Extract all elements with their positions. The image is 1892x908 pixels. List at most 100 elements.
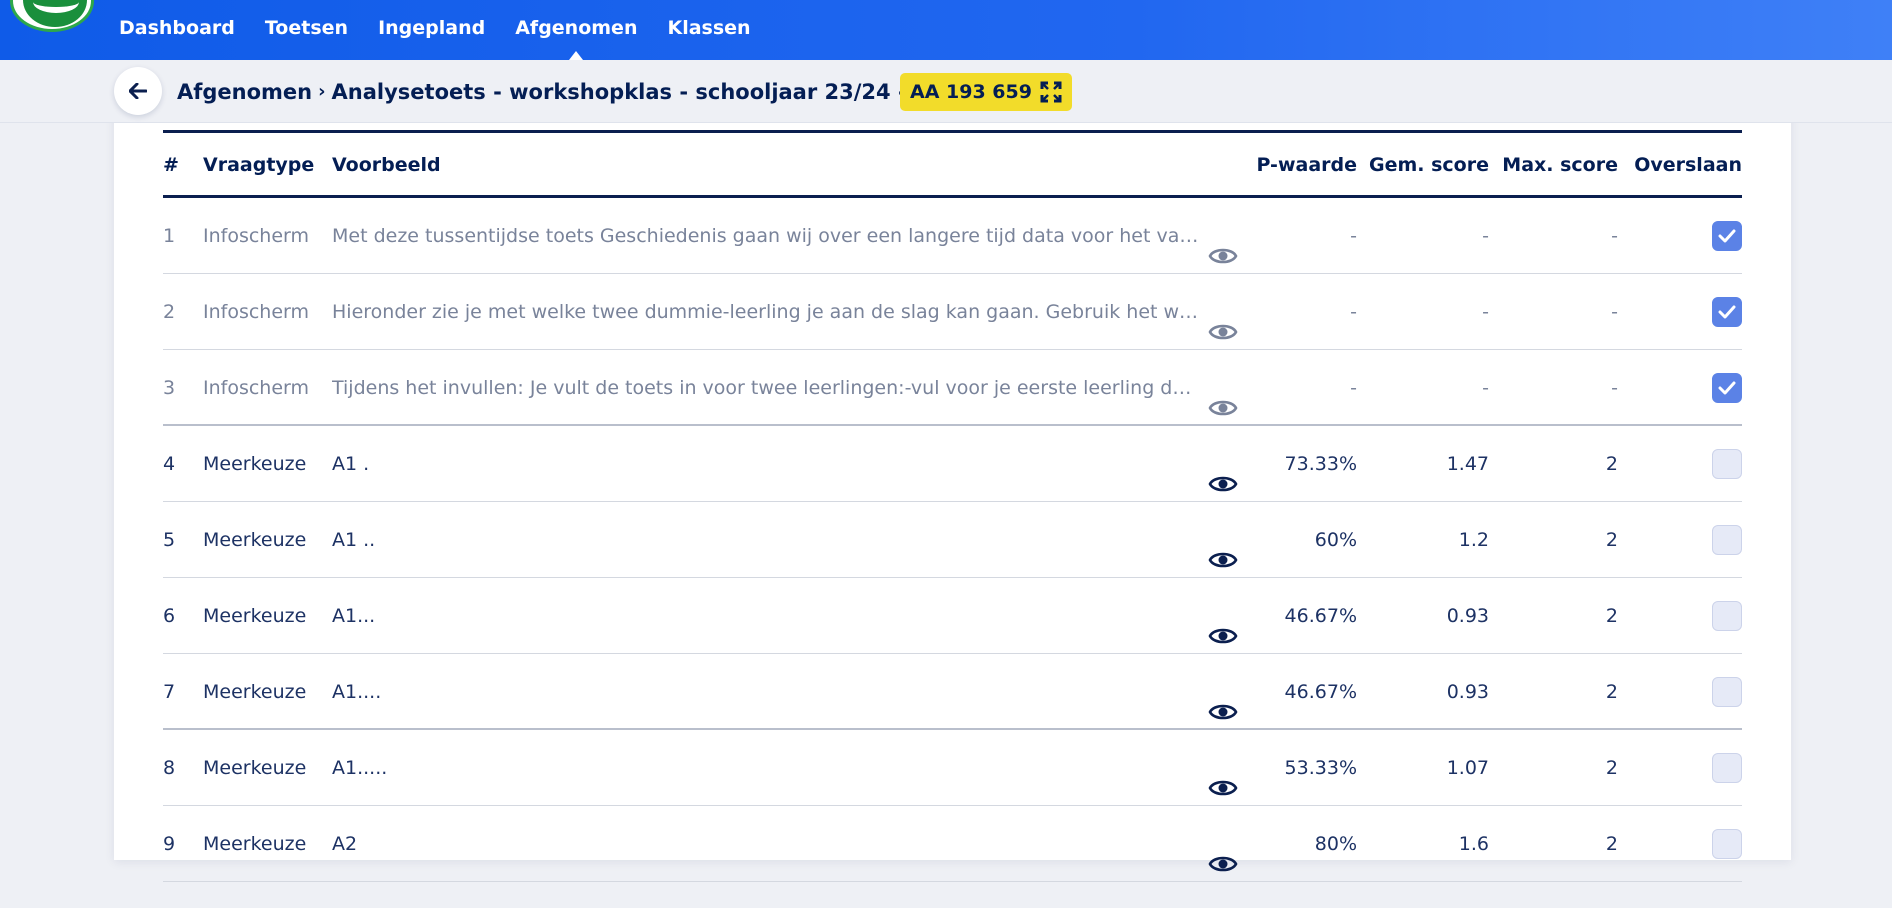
question-preview: A1..... — [332, 757, 388, 779]
question-preview: Met deze tussentijdse toets Geschiedenis… — [332, 225, 1202, 247]
header-preview: Voorbeeld — [332, 154, 441, 176]
question-number: 4 — [163, 453, 176, 475]
p-value: 53.33% — [1284, 757, 1357, 779]
question-number: 5 — [163, 529, 176, 551]
question-preview: A2 — [332, 833, 358, 855]
skip-checkbox[interactable] — [1712, 829, 1742, 859]
header-max-score: Max. score — [1502, 154, 1618, 176]
skip-checkbox[interactable] — [1712, 449, 1742, 479]
eye-icon[interactable] — [1208, 528, 1238, 568]
question-type: Meerkeuze — [203, 681, 307, 703]
table-row: 5 Meerkeuze A1 .. 60% 1.2 2 — [163, 502, 1742, 578]
skip-checkbox[interactable] — [1712, 753, 1742, 783]
avg-score: - — [1482, 377, 1489, 399]
skip-checkbox[interactable] — [1712, 297, 1742, 327]
header-skip: Overslaan — [1634, 154, 1742, 176]
eye-icon[interactable] — [1208, 604, 1238, 644]
breadcrumb: Afgenomen › Analysetoets - workshopklas … — [177, 60, 958, 123]
question-type: Infoscherm — [203, 301, 310, 323]
question-preview: A1... — [332, 605, 376, 627]
checkmark-icon — [1718, 229, 1736, 243]
question-analysis-table: # Vraagtype Voorbeeld P-waarde Gem. scor… — [163, 130, 1742, 882]
question-type: Meerkeuze — [203, 453, 307, 475]
question-number: 7 — [163, 681, 176, 703]
skip-checkbox[interactable] — [1712, 601, 1742, 631]
question-type: Meerkeuze — [203, 529, 307, 551]
table-body: 1 Infoscherm Met deze tussentijdse toets… — [163, 198, 1742, 882]
breadcrumb-root[interactable]: Afgenomen — [177, 80, 312, 104]
question-number: 2 — [163, 301, 176, 323]
checkmark-icon — [1718, 381, 1736, 395]
max-score: 2 — [1605, 681, 1618, 703]
breadcrumb-separator: › — [318, 81, 326, 102]
question-preview: Tijdens het invullen: Je vult de toets i… — [332, 377, 1202, 399]
table-row: 6 Meerkeuze A1... 46.67% 0.93 2 — [163, 578, 1742, 654]
checkmark-icon — [1718, 305, 1736, 319]
nav-menu: Dashboard Toetsen Ingepland Afgenomen Kl… — [119, 0, 781, 60]
table-header: # Vraagtype Voorbeeld P-waarde Gem. scor… — [163, 133, 1742, 198]
top-navigation: Dashboard Toetsen Ingepland Afgenomen Kl… — [0, 0, 1892, 60]
question-number: 8 — [163, 757, 176, 779]
eye-icon[interactable] — [1208, 300, 1238, 340]
avg-score: 1.07 — [1446, 757, 1489, 779]
header-num: # — [163, 154, 179, 176]
max-score: - — [1611, 301, 1618, 323]
skip-checkbox[interactable] — [1712, 677, 1742, 707]
p-value: 80% — [1314, 833, 1357, 855]
max-score: 2 — [1605, 833, 1618, 855]
question-preview: Hieronder zie je met welke twee dummie-l… — [332, 301, 1202, 323]
avg-score: 1.6 — [1458, 833, 1489, 855]
question-number: 6 — [163, 605, 176, 627]
eye-icon[interactable] — [1208, 224, 1238, 264]
nav-item-ingepland[interactable]: Ingepland — [378, 0, 485, 58]
results-card: # Vraagtype Voorbeeld P-waarde Gem. scor… — [114, 100, 1791, 882]
question-number: 3 — [163, 377, 176, 399]
table-row: 4 Meerkeuze A1 . 73.33% 1.47 2 — [163, 426, 1742, 502]
nav-item-afgenomen[interactable]: Afgenomen — [515, 0, 637, 60]
question-type: Infoscherm — [203, 225, 310, 247]
eye-icon[interactable] — [1208, 832, 1238, 872]
methode-logo-icon[interactable] — [10, 0, 94, 32]
eye-icon[interactable] — [1208, 680, 1238, 720]
avg-score: 0.93 — [1446, 681, 1489, 703]
nav-item-toetsen[interactable]: Toetsen — [265, 0, 348, 58]
expand-icon — [1040, 81, 1062, 103]
eye-icon[interactable] — [1208, 376, 1238, 416]
skip-checkbox[interactable] — [1712, 525, 1742, 555]
question-preview: A1 .. — [332, 529, 376, 551]
avg-score: - — [1482, 225, 1489, 247]
question-type: Meerkeuze — [203, 757, 307, 779]
avg-score: 1.2 — [1458, 529, 1489, 551]
eye-icon[interactable] — [1208, 756, 1238, 796]
skip-checkbox[interactable] — [1712, 221, 1742, 251]
table-row: 3 Infoscherm Tijdens het invullen: Je vu… — [163, 350, 1742, 426]
p-value: 73.33% — [1284, 453, 1357, 475]
header-avg-score: Gem. score — [1369, 154, 1489, 176]
back-button[interactable] — [114, 67, 162, 115]
test-code-badge[interactable]: AA 193 659 — [900, 73, 1072, 111]
question-preview: A1.... — [332, 681, 382, 703]
table-row: 8 Meerkeuze A1..... 53.33% 1.07 2 — [163, 730, 1742, 806]
avg-score: 0.93 — [1446, 605, 1489, 627]
table-row: 1 Infoscherm Met deze tussentijdse toets… — [163, 198, 1742, 274]
max-score: 2 — [1605, 605, 1618, 627]
p-value: 60% — [1314, 529, 1357, 551]
test-code: AA 193 659 — [910, 81, 1032, 103]
breadcrumb-bar: Afgenomen › Analysetoets - workshopklas … — [0, 60, 1892, 123]
nav-item-dashboard[interactable]: Dashboard — [119, 0, 235, 58]
skip-checkbox[interactable] — [1712, 373, 1742, 403]
arrow-left-icon — [129, 83, 147, 99]
question-number: 1 — [163, 225, 176, 247]
eye-icon[interactable] — [1208, 452, 1238, 492]
question-preview: A1 . — [332, 453, 370, 475]
table-row: 9 Meerkeuze A2 80% 1.6 2 — [163, 806, 1742, 882]
header-p-value: P-waarde — [1256, 154, 1357, 176]
header-type: Vraagtype — [203, 154, 315, 176]
avg-score: - — [1482, 301, 1489, 323]
avg-score: 1.47 — [1446, 453, 1489, 475]
page-title: Analysetoets - workshopklas - schooljaar… — [331, 79, 958, 104]
nav-item-klassen[interactable]: Klassen — [667, 0, 750, 58]
question-type: Meerkeuze — [203, 605, 307, 627]
p-value: - — [1350, 301, 1357, 323]
p-value: - — [1350, 377, 1357, 399]
